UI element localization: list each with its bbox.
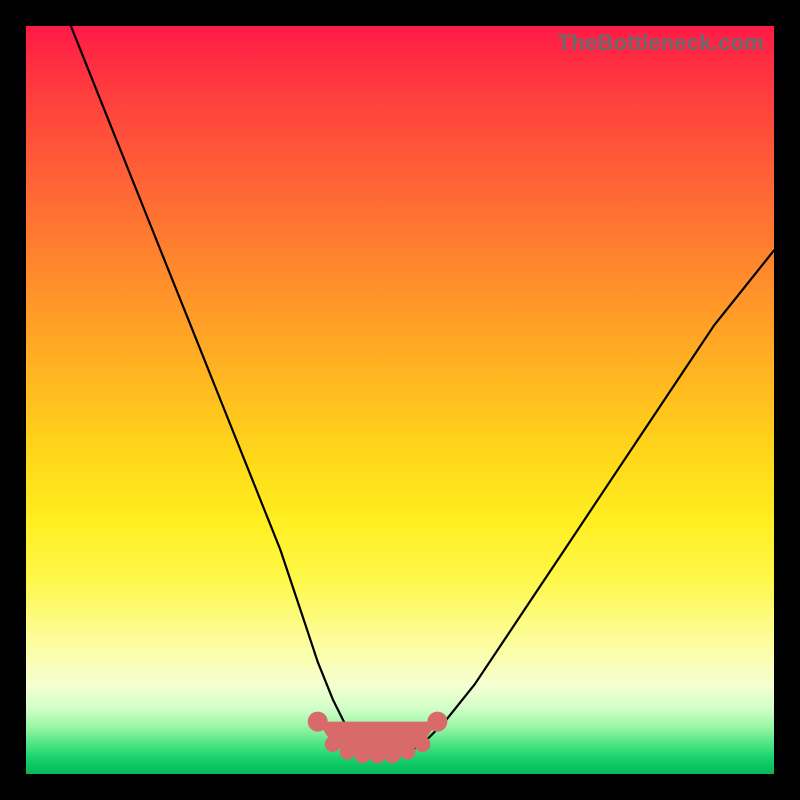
optimal-range-dot bbox=[340, 744, 356, 760]
optimal-range-dot bbox=[370, 747, 386, 763]
plot-area: TheBottleneck.com bbox=[26, 26, 774, 774]
optimal-range-markers bbox=[308, 712, 448, 764]
optimal-range-dot bbox=[325, 736, 341, 752]
optimal-range-dot bbox=[385, 747, 401, 763]
optimal-range-dot bbox=[355, 747, 371, 763]
curve-layer bbox=[26, 26, 774, 774]
optimal-range-dot bbox=[427, 712, 447, 732]
optimal-range-dot bbox=[414, 736, 430, 752]
optimal-range-dot bbox=[308, 712, 328, 732]
outer-frame: TheBottleneck.com bbox=[0, 0, 800, 800]
bottleneck-curve bbox=[71, 26, 774, 752]
optimal-range-dot bbox=[400, 744, 416, 760]
